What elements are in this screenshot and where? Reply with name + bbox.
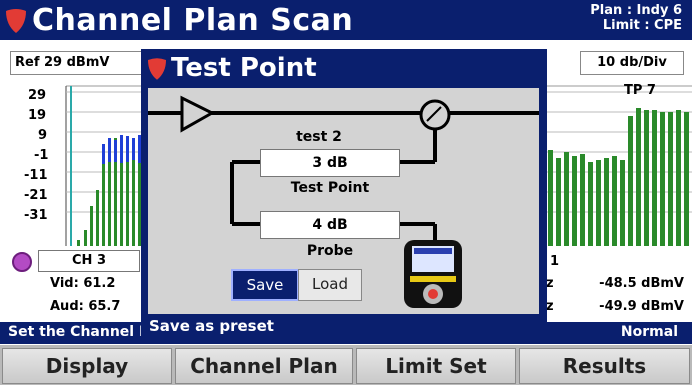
test-point-dialog: Test Point test 2 3 dB Test Point 4 dB P… — [141, 49, 547, 341]
tap-icon — [419, 99, 451, 131]
brand-logo-icon — [148, 58, 166, 80]
right-channel-number: 1 — [550, 254, 560, 269]
y-tick-label: 29 — [28, 88, 47, 103]
video-level: -48.5 dBmV — [599, 276, 684, 291]
page-title: Channel Plan Scan — [32, 3, 354, 38]
y-tick-label: 19 — [28, 108, 47, 123]
plan-info: Plan : Indy 6 Limit : CPE — [590, 3, 682, 33]
plan-name: Plan : Indy 6 — [590, 3, 682, 18]
y-tick-label: -1 — [34, 148, 49, 163]
limit-set-softkey[interactable]: Limit Set — [356, 348, 516, 384]
meter-device-icon — [404, 240, 462, 308]
save-button[interactable]: Save — [231, 269, 299, 301]
header-bar: Channel Plan Scan Plan : Indy 6 Limit : … — [0, 0, 692, 40]
scale-field[interactable]: 10 db/Div — [580, 51, 684, 75]
softkey-bar: Display Channel Plan Limit Set Results — [0, 345, 692, 385]
status-mode: Normal — [620, 324, 678, 340]
load-button[interactable]: Load — [298, 269, 362, 301]
audio-frequency: Aud: 65.7 — [50, 299, 121, 314]
video-frequency: Vid: 61.2 — [50, 276, 116, 291]
amplifier-icon — [180, 95, 216, 133]
preset-name: test 2 — [296, 129, 342, 145]
dialog-footer-hint: Save as preset — [149, 317, 274, 335]
left-blue-bars — [102, 135, 141, 164]
dialog-title: Test Point — [171, 53, 317, 83]
right-green-bars — [548, 108, 689, 246]
channel-plan-softkey[interactable]: Channel Plan — [175, 348, 353, 384]
right-aud-prefix: z — [546, 299, 554, 314]
y-tick-label: 9 — [38, 128, 48, 143]
channel-selector[interactable]: CH 3 — [38, 250, 140, 272]
right-vid-prefix: z — [546, 276, 554, 291]
brand-logo-icon — [6, 9, 26, 33]
y-tick-label: -31 — [24, 208, 48, 223]
test-point-field[interactable]: 3 dB — [260, 149, 400, 177]
y-tick-label: -11 — [24, 168, 48, 183]
probe-field[interactable]: 4 dB — [260, 211, 400, 239]
channel-dot-icon[interactable] — [12, 252, 32, 272]
y-tick-label: -21 — [24, 188, 48, 203]
test-point-tag: TP 7 — [624, 83, 656, 98]
audio-level: -49.9 dBmV — [599, 299, 684, 314]
reference-level-field[interactable]: Ref 29 dBmV — [10, 51, 154, 75]
probe-label: Probe — [306, 243, 354, 259]
test-point-label: Test Point — [290, 180, 370, 196]
limit-name: Limit : CPE — [602, 18, 682, 33]
display-softkey[interactable]: Display — [2, 348, 172, 384]
results-softkey[interactable]: Results — [519, 348, 690, 384]
